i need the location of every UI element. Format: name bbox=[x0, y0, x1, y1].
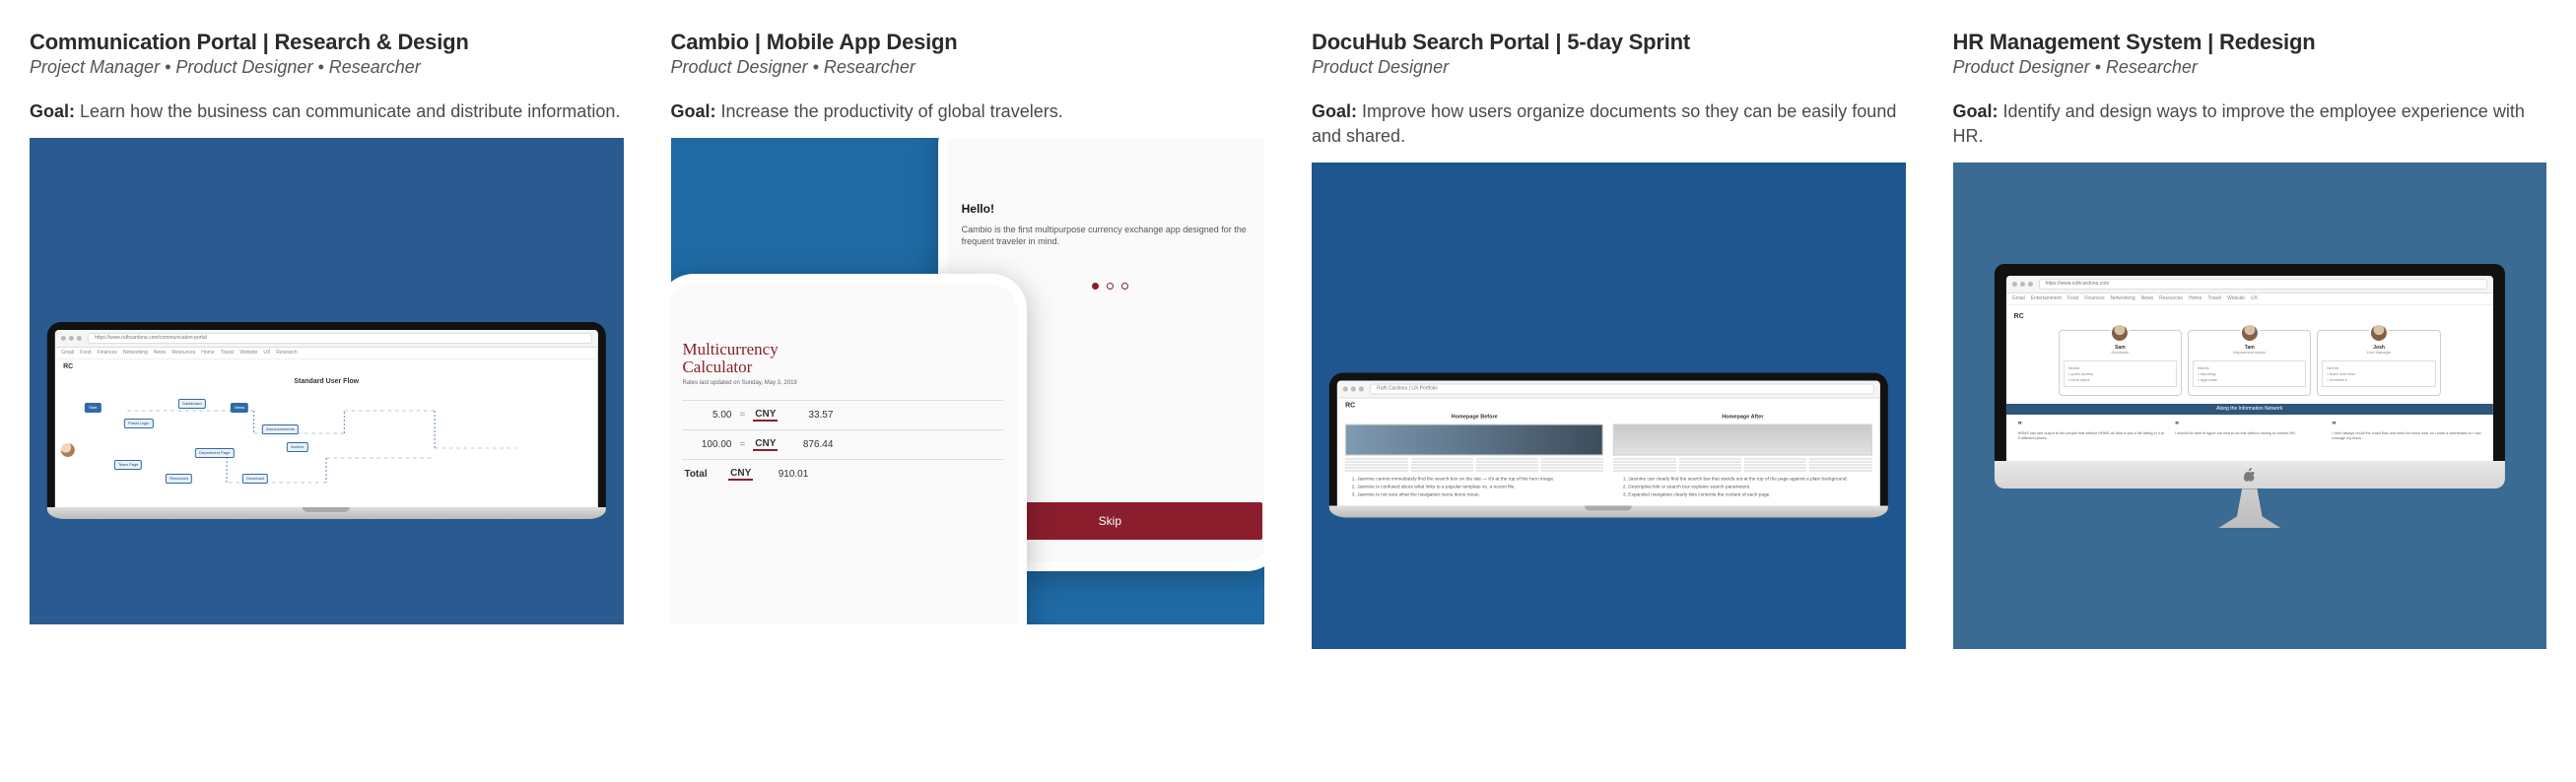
project-card-cambio[interactable]: Cambio | Mobile App Design Product Desig… bbox=[671, 30, 1265, 649]
persona-card: Josh Line Manager Needs• team overview• … bbox=[2317, 330, 2440, 396]
goal-label: Goal: bbox=[1312, 101, 1357, 121]
avatar bbox=[2240, 323, 2260, 343]
avatar bbox=[2110, 323, 2130, 343]
persona-avatar-icon bbox=[61, 443, 75, 457]
after-notes: Jasmine can clearly find the search bar … bbox=[1608, 473, 1879, 505]
calculator-title: MulticurrencyCalculator bbox=[682, 297, 1003, 376]
persona-card: Tam Department Admin Needs• reporting• a… bbox=[2188, 330, 2311, 396]
before-after-compare: Homepage Before Homepage After bbox=[1337, 409, 1879, 473]
bookmarks-bar: GmailFoodFinancesNetworkingNewsResources… bbox=[55, 348, 597, 359]
after-label: Homepage After bbox=[1613, 415, 1871, 421]
goal-text: Improve how users organize documents so … bbox=[1312, 101, 1896, 146]
project-thumbnail[interactable]: Ruth Cardona | UX Portfolio RC Homepage … bbox=[1312, 163, 1906, 649]
project-goal: Goal: Increase the productivity of globa… bbox=[671, 99, 1265, 124]
before-notes: Jasmine cannot immediately find the sear… bbox=[1337, 473, 1608, 505]
project-role: Product Designer bbox=[1312, 57, 1906, 78]
project-card-hr-system[interactable]: HR Management System | Redesign Product … bbox=[1953, 30, 2547, 649]
flowchart: Start Portal Login Dashboard News Announ… bbox=[55, 389, 597, 507]
calc-row: 100.00=CNY876.44 bbox=[682, 429, 1003, 459]
project-thumbnail[interactable]: https://www.ruthcardona.com/communicatio… bbox=[30, 138, 624, 624]
persona-card: Sam Employee Needs• quick access• clear … bbox=[2059, 330, 2182, 396]
phone-mock-calculator: MulticurrencyCalculator Rates last updat… bbox=[671, 274, 1028, 624]
project-goal: Goal: Learn how the business can communi… bbox=[30, 99, 624, 124]
onboarding-heading: Hello! bbox=[962, 202, 1258, 216]
goal-label: Goal: bbox=[671, 101, 716, 121]
macbook-mock: Ruth Cardona | UX Portfolio RC Homepage … bbox=[1329, 372, 1887, 517]
project-card-docuhub[interactable]: DocuHub Search Portal | 5-day Sprint Pro… bbox=[1312, 30, 1906, 649]
browser-chrome: https://www.ruthcardona.com bbox=[2006, 276, 2493, 293]
calc-total: Total CNY910.01 bbox=[682, 459, 1003, 489]
persona-cards: Sam Employee Needs• quick access• clear … bbox=[2012, 330, 2487, 396]
onboarding-body: Cambio is the first multipurpose currenc… bbox=[962, 224, 1258, 247]
goal-text: Identify and design ways to improve the … bbox=[1953, 101, 2525, 146]
calculator-subtitle: Rates last updated on Sunday, May 3, 201… bbox=[682, 380, 1003, 386]
goal-text: Learn how the business can communicate a… bbox=[80, 101, 620, 121]
flowchart-title: Standard User Flow bbox=[55, 370, 597, 389]
imac-chin bbox=[1995, 461, 2505, 489]
project-role: Product Designer • Researcher bbox=[1953, 57, 2547, 78]
browser-url: Ruth Cardona | UX Portfolio bbox=[1370, 383, 1873, 394]
persona-quotes: HRMS can see output to the people that w… bbox=[2012, 415, 2487, 440]
goal-label: Goal: bbox=[1953, 101, 1999, 121]
project-title: HR Management System | Redesign bbox=[1953, 30, 2547, 55]
macbook-base: MacBook Air bbox=[1329, 505, 1887, 517]
browser-chrome: https://www.ruthcardona.com/communicatio… bbox=[55, 330, 597, 348]
project-title: Communication Portal | Research & Design bbox=[30, 30, 624, 55]
project-title: Cambio | Mobile App Design bbox=[671, 30, 1265, 55]
goal-text: Increase the productivity of global trav… bbox=[721, 101, 1063, 121]
avatar bbox=[2369, 323, 2389, 343]
macbook-mock: https://www.ruthcardona.com/communicatio… bbox=[47, 322, 605, 519]
apple-logo-icon bbox=[2243, 468, 2257, 482]
imac-stand bbox=[2218, 489, 2281, 528]
imac-mock: https://www.ruthcardona.com GmailEnterta… bbox=[1995, 264, 2505, 528]
project-thumbnail[interactable]: Hello! Cambio is the first multipurpose … bbox=[671, 138, 1265, 624]
project-role: Project Manager • Product Designer • Res… bbox=[30, 57, 624, 78]
project-goal: Goal: Improve how users organize documen… bbox=[1312, 99, 1906, 149]
browser-url: https://www.ruthcardona.com/communicatio… bbox=[88, 333, 591, 344]
portfolio-grid: Communication Portal | Research & Design… bbox=[30, 30, 2546, 649]
project-goal: Goal: Identify and design ways to improv… bbox=[1953, 99, 2547, 149]
section-ribbon: Along the Information Network bbox=[2006, 404, 2493, 415]
before-label: Homepage Before bbox=[1345, 415, 1603, 421]
browser-chrome: Ruth Cardona | UX Portfolio bbox=[1337, 380, 1879, 398]
project-title: DocuHub Search Portal | 5-day Sprint bbox=[1312, 30, 1906, 55]
project-thumbnail[interactable]: https://www.ruthcardona.com GmailEnterta… bbox=[1953, 163, 2547, 649]
goal-label: Goal: bbox=[30, 101, 75, 121]
project-role: Product Designer • Researcher bbox=[671, 57, 1265, 78]
project-card-communication-portal[interactable]: Communication Portal | Research & Design… bbox=[30, 30, 624, 649]
calc-row: 5.00=CNY33.57 bbox=[682, 400, 1003, 429]
macbook-base: MacBook Air bbox=[47, 507, 605, 519]
